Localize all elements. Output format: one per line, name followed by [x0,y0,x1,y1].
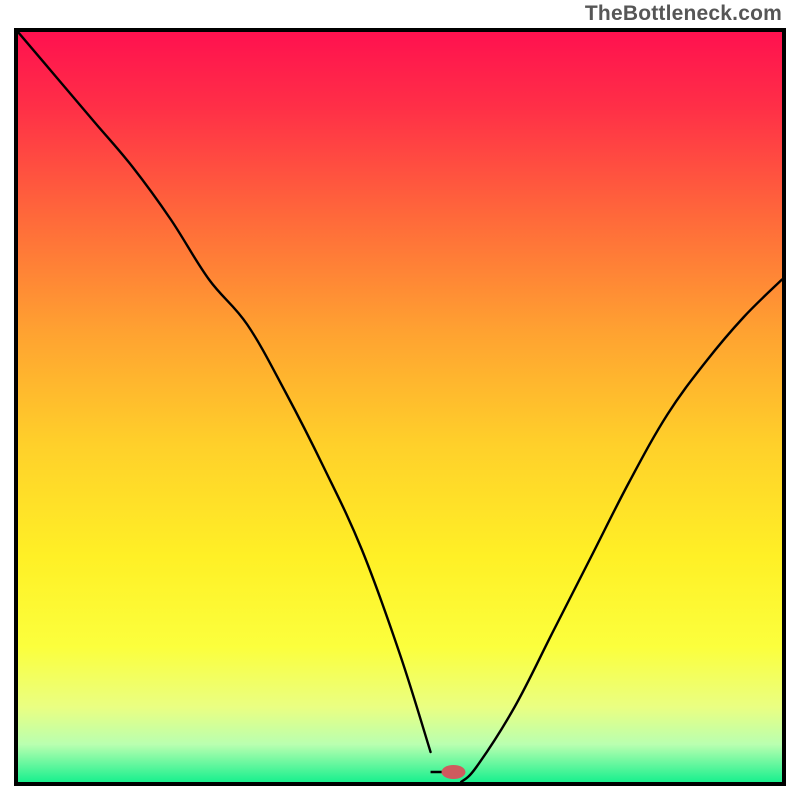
attribution-text: TheBottleneck.com [585,2,782,26]
gradient-background [18,32,782,782]
optimal-marker [441,765,465,779]
bottleneck-chart [14,28,786,786]
chart-svg [18,32,782,782]
